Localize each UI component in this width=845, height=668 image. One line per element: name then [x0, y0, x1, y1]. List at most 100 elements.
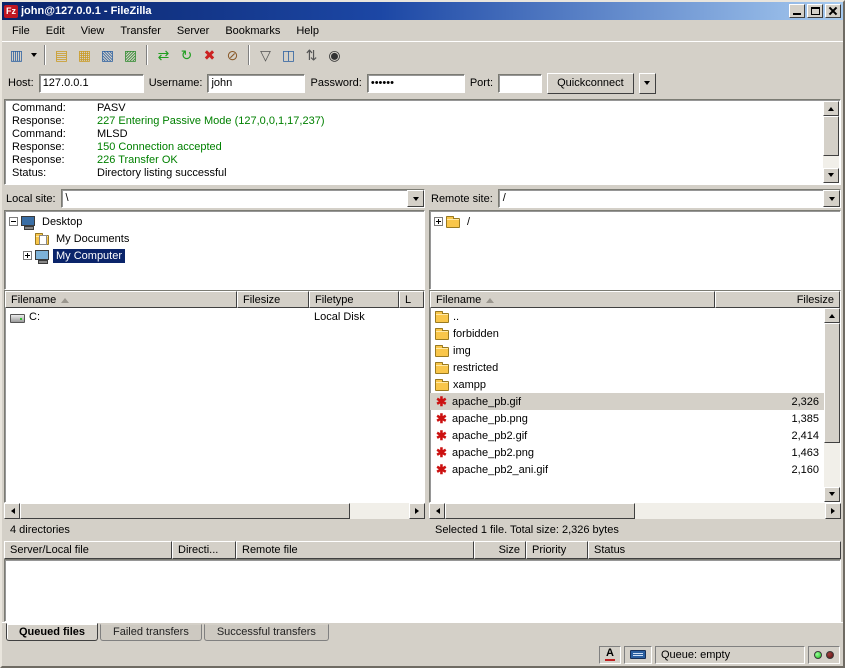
- local-list-header: Filename Filesize Filetype L: [5, 291, 424, 308]
- column-header-filename[interactable]: Filename: [5, 291, 237, 308]
- filter-icon[interactable]: ▽: [254, 44, 277, 66]
- filezilla-window: Fz john@127.0.0.1 - FileZilla File Edit …: [0, 0, 845, 668]
- file-row-apache-pb2-ani-gif[interactable]: apache_pb2_ani.gif 2,160: [430, 461, 824, 478]
- log-vertical-scrollbar[interactable]: [823, 101, 839, 183]
- file-row-apache-pb2-gif[interactable]: apache_pb2.gif 2,414: [430, 427, 824, 444]
- remote-site-dropdown-button[interactable]: [823, 190, 840, 207]
- menu-transfer[interactable]: Transfer: [112, 22, 169, 40]
- file-row-img[interactable]: img: [430, 342, 824, 359]
- reconnect-icon[interactable]: ↻: [175, 44, 198, 66]
- column-header-remote-file[interactable]: Remote file: [236, 541, 474, 559]
- remote-status-text: Selected 1 file. Total size: 2,326 bytes: [429, 522, 625, 538]
- file-row-forbidden[interactable]: forbidden: [430, 325, 824, 342]
- menu-bookmarks[interactable]: Bookmarks: [217, 22, 288, 40]
- host-input[interactable]: [39, 74, 144, 93]
- scrollbar-thumb[interactable]: [20, 503, 350, 519]
- scrollbar-thumb[interactable]: [445, 503, 635, 519]
- remote-list-horizontal-scrollbar[interactable]: [429, 503, 841, 519]
- scroll-down-button[interactable]: [823, 168, 839, 183]
- window-title: john@127.0.0.1 - FileZilla: [21, 5, 786, 17]
- username-input[interactable]: [207, 74, 305, 93]
- scrollbar-track[interactable]: [635, 503, 825, 519]
- scroll-up-button[interactable]: [824, 308, 840, 323]
- compare-directories-icon[interactable]: ◫: [277, 44, 300, 66]
- scroll-up-button[interactable]: [823, 101, 839, 116]
- queue-status-panel: Queue: empty: [655, 646, 805, 664]
- file-row-xampp[interactable]: xampp: [430, 376, 824, 393]
- column-header-filename[interactable]: Filename: [430, 291, 715, 308]
- column-header-filesize[interactable]: Filesize: [715, 291, 840, 308]
- tab-queued-files[interactable]: Queued files: [6, 623, 98, 641]
- disconnect-icon[interactable]: ⊘: [221, 44, 244, 66]
- column-header-status[interactable]: Status: [588, 541, 841, 559]
- file-row-apache-pb-gif[interactable]: apache_pb.gif 2,326: [430, 393, 824, 410]
- maximize-button[interactable]: [807, 4, 823, 18]
- synchronized-browsing-icon[interactable]: ⇅: [300, 44, 323, 66]
- local-site-combobox[interactable]: \: [61, 189, 425, 208]
- toggle-local-tree-icon[interactable]: ▦: [73, 44, 96, 66]
- scroll-right-button[interactable]: [825, 503, 841, 519]
- tree-item-root[interactable]: /: [430, 213, 840, 230]
- scrollbar-thumb[interactable]: [824, 323, 840, 443]
- column-header-filetype[interactable]: Filetype: [309, 291, 399, 308]
- close-button[interactable]: [825, 4, 841, 18]
- scroll-right-button[interactable]: [409, 503, 425, 519]
- collapse-icon[interactable]: [9, 217, 18, 226]
- column-header-filesize[interactable]: Filesize: [237, 291, 309, 308]
- scrollbar-track[interactable]: [824, 443, 840, 487]
- site-manager-icon[interactable]: ▥: [5, 44, 28, 66]
- quickconnect-button[interactable]: Quickconnect: [547, 73, 634, 94]
- remote-file-list: Filename Filesize .. forbidden: [429, 290, 841, 503]
- tree-item-my-computer[interactable]: My Computer: [5, 247, 424, 264]
- column-header-server-local-file[interactable]: Server/Local file: [4, 541, 172, 559]
- find-files-icon[interactable]: ◉: [323, 44, 346, 66]
- column-header-last-modified[interactable]: L: [399, 291, 424, 308]
- statusline-row: 4 directories Selected 1 file. Total siz…: [2, 520, 843, 540]
- column-header-direction[interactable]: Directi...: [172, 541, 236, 559]
- local-site-dropdown-button[interactable]: [407, 190, 424, 207]
- file-row-apache-pb2-png[interactable]: apache_pb2.png 1,463: [430, 444, 824, 461]
- password-input[interactable]: [367, 74, 465, 93]
- expand-icon[interactable]: [434, 217, 443, 226]
- menu-edit[interactable]: Edit: [38, 22, 73, 40]
- menu-file[interactable]: File: [4, 22, 38, 40]
- local-list-horizontal-scrollbar[interactable]: [4, 503, 425, 519]
- tree-item-my-documents[interactable]: My Documents: [5, 230, 424, 247]
- expand-icon[interactable]: [23, 251, 32, 260]
- file-size: 2,160: [715, 464, 824, 476]
- cancel-icon[interactable]: ✖: [198, 44, 221, 66]
- file-row-parent-dir[interactable]: ..: [430, 308, 824, 325]
- port-input[interactable]: [498, 74, 542, 93]
- minimize-button[interactable]: [789, 4, 805, 18]
- scrollbar-track[interactable]: [350, 503, 409, 519]
- column-header-size[interactable]: Size: [474, 541, 526, 559]
- toggle-transfer-queue-icon[interactable]: ▨: [119, 44, 142, 66]
- menu-help[interactable]: Help: [288, 22, 327, 40]
- remote-site-combobox[interactable]: /: [498, 189, 841, 208]
- tree-item-desktop[interactable]: Desktop: [5, 213, 424, 230]
- site-manager-dropdown-button[interactable]: [28, 44, 40, 66]
- tree-item-label: Desktop: [39, 215, 85, 229]
- scroll-down-button[interactable]: [824, 487, 840, 502]
- file-size: 2,414: [715, 430, 824, 442]
- remote-list-vertical-scrollbar[interactable]: [824, 308, 840, 502]
- file-row-restricted[interactable]: restricted: [430, 359, 824, 376]
- queue-tabs: Queued files Failed transfers Successful…: [2, 622, 843, 643]
- column-header-priority[interactable]: Priority: [526, 541, 588, 559]
- refresh-icon[interactable]: ⇄: [152, 44, 175, 66]
- tab-successful-transfers[interactable]: Successful transfers: [204, 624, 329, 641]
- scrollbar-thumb[interactable]: [823, 116, 839, 156]
- quickconnect-dropdown-button[interactable]: [639, 73, 656, 94]
- scroll-left-button[interactable]: [4, 503, 20, 519]
- titlebar[interactable]: Fz john@127.0.0.1 - FileZilla: [2, 2, 843, 20]
- scrollbar-track[interactable]: [823, 156, 839, 168]
- file-row-c-drive[interactable]: C: Local Disk: [5, 308, 424, 325]
- toggle-remote-tree-icon[interactable]: ▧: [96, 44, 119, 66]
- scroll-left-button[interactable]: [429, 503, 445, 519]
- receive-activity-led-icon: [814, 651, 822, 659]
- menu-view[interactable]: View: [73, 22, 113, 40]
- file-row-apache-pb-png[interactable]: apache_pb.png 1,385: [430, 410, 824, 427]
- menu-server[interactable]: Server: [169, 22, 217, 40]
- toggle-message-log-icon[interactable]: ▤: [50, 44, 73, 66]
- tab-failed-transfers[interactable]: Failed transfers: [100, 624, 202, 641]
